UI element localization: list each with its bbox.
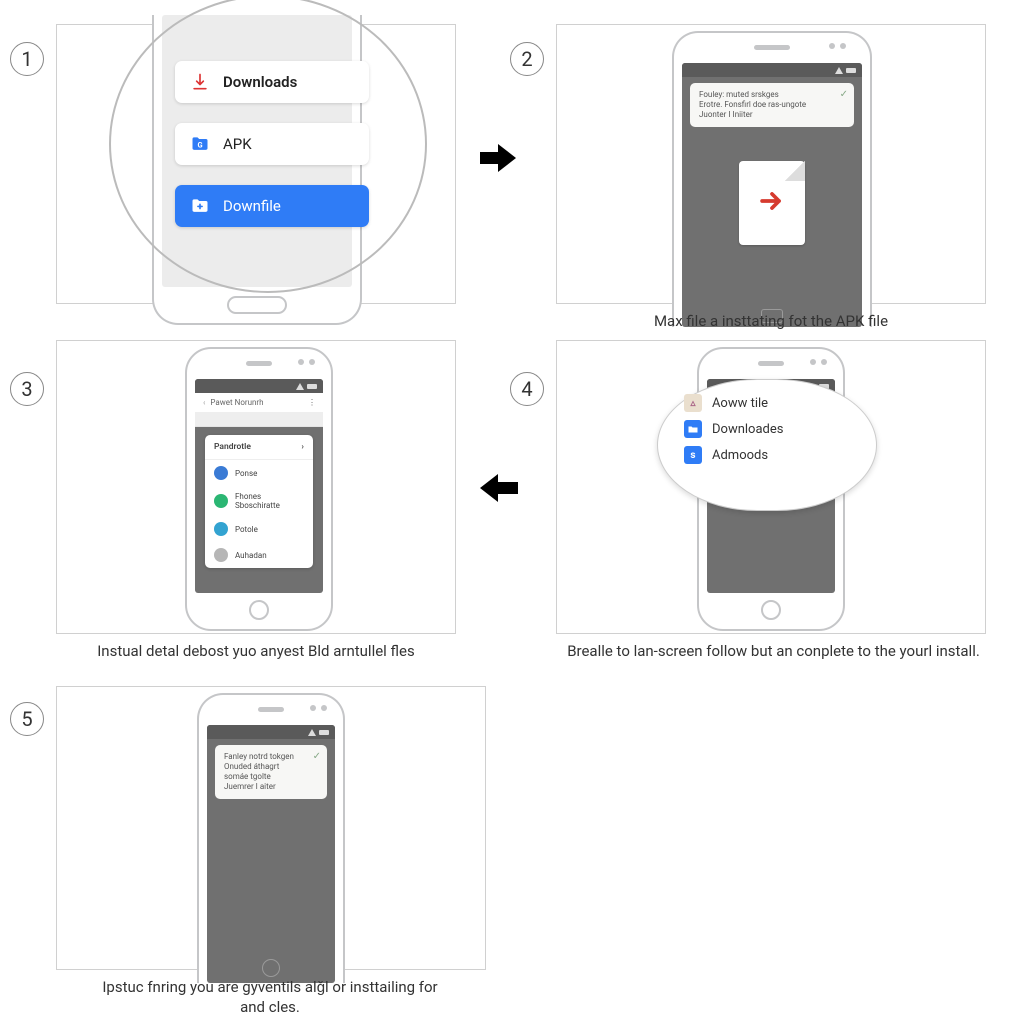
sensor-dots-icon bbox=[810, 359, 827, 365]
download-arrow-icon bbox=[189, 71, 211, 93]
list-item-label: Auhadan bbox=[235, 551, 267, 560]
folder-plus-icon bbox=[189, 195, 211, 217]
phone-mock-3: ‹ Pawet Norunrh ⋮ Pandrotle › Ponse Fhone… bbox=[185, 347, 333, 631]
list-item-label: Ponse bbox=[235, 469, 257, 478]
list-item[interactable]: Ponse bbox=[205, 460, 313, 486]
notification-card[interactable]: ✓ Fouley: muted srskges Erotre. Fonsfirl… bbox=[690, 83, 854, 127]
check-icon: ✓ bbox=[313, 751, 321, 764]
list-item-label: Admoods bbox=[712, 448, 768, 463]
header-title: Pawet Norunrh bbox=[210, 398, 263, 407]
caption-step-2: Max file a insttating fot the APK file bbox=[556, 312, 986, 332]
file-list-1: Downloads G APK Downfile bbox=[175, 61, 369, 227]
step-4-num-text: 4 bbox=[521, 377, 532, 401]
caption-step-4: Brealle to lan-screen follow but an conp… bbox=[546, 642, 1001, 662]
list-item-apk[interactable]: G APK bbox=[175, 123, 369, 165]
category-icon bbox=[214, 522, 228, 536]
step-3-num-text: 3 bbox=[21, 377, 32, 401]
magnifier-lens-4: ▵ Aoww tile Downloades s Admoods bbox=[657, 379, 877, 511]
step-1-number: 1 bbox=[10, 42, 44, 76]
phone-screen-3: ‹ Pawet Norunrh ⋮ Pandrotle › Ponse Fhone… bbox=[195, 379, 323, 593]
list-item[interactable]: ▵ Aoww tile bbox=[684, 394, 850, 412]
list-item[interactable]: Auhadan bbox=[205, 542, 313, 568]
panel-step-5: ✓ Fanley notrd tokgen Onuded áthagrt som… bbox=[56, 686, 486, 970]
step-2-num-text: 2 bbox=[521, 47, 532, 71]
list-item-label: Aoww tile bbox=[712, 396, 768, 411]
apk-file-icon[interactable] bbox=[739, 161, 805, 245]
sensor-dots-icon bbox=[829, 43, 846, 49]
caption-step-5: Ipstuc fnring you are gyventils alǧl or … bbox=[90, 978, 450, 1017]
notif-line: Fanley notrd tokgen bbox=[224, 752, 303, 762]
category-icon bbox=[214, 548, 228, 562]
phone-screen-2: ✓ Fouley: muted srskges Erotre. Fonsfirl… bbox=[682, 63, 862, 327]
list-item-downfile-selected[interactable]: Downfile bbox=[175, 185, 369, 227]
back-icon[interactable]: ‹ bbox=[203, 398, 205, 407]
home-button-3[interactable] bbox=[249, 600, 269, 620]
list-item-label: Potole bbox=[235, 525, 258, 534]
notif-line: Juonter I Iniiter bbox=[699, 110, 830, 120]
sensor-dots-icon bbox=[310, 705, 327, 711]
status-bar bbox=[207, 725, 335, 739]
notification-card[interactable]: ✓ Fanley notrd tokgen Onuded áthagrt som… bbox=[215, 745, 327, 799]
list-item-label: Downfile bbox=[223, 197, 281, 215]
step-3-number: 3 bbox=[10, 372, 44, 406]
list-item[interactable]: Downloades bbox=[684, 420, 850, 438]
home-indicator-icon bbox=[262, 959, 280, 977]
list-item[interactable]: s Admoods bbox=[684, 446, 850, 464]
list-item-label: Fhones Sboschiratte bbox=[235, 492, 304, 510]
phone-mock-5: ✓ Fanley notrd tokgen Onuded áthagrt som… bbox=[197, 693, 345, 983]
svg-text:G: G bbox=[197, 140, 202, 149]
earpiece-icon bbox=[258, 707, 284, 712]
phone-screen-5: ✓ Fanley notrd tokgen Onuded áthagrt som… bbox=[207, 725, 335, 983]
status-bar bbox=[682, 63, 862, 77]
step-4-number: 4 bbox=[510, 372, 544, 406]
status-bar bbox=[195, 379, 323, 393]
list-item-downloads[interactable]: Downloads bbox=[175, 61, 369, 103]
file-icon: ▵ bbox=[684, 394, 702, 412]
earpiece-icon bbox=[758, 361, 784, 366]
earpiece-icon bbox=[246, 361, 272, 366]
step-5-number: 5 bbox=[10, 702, 44, 736]
step-1-num-text: 1 bbox=[21, 47, 32, 71]
notif-line: Juemrer I aiter bbox=[224, 782, 303, 792]
check-icon: ✓ bbox=[840, 89, 848, 102]
app-header: ‹ Pawet Norunrh ⋮ bbox=[195, 393, 323, 413]
sensor-dots-icon bbox=[298, 359, 315, 365]
folder-icon bbox=[684, 420, 702, 438]
phone-mock-2: ✓ Fouley: muted srskges Erotre. Fonsfirl… bbox=[672, 31, 872, 327]
list-item[interactable]: Potole bbox=[205, 516, 313, 542]
search-bar-placeholder[interactable] bbox=[195, 413, 323, 427]
folder-icon: s bbox=[684, 446, 702, 464]
panel-step-1: Downloads G APK Downfile bbox=[56, 24, 456, 304]
step-2-number: 2 bbox=[510, 42, 544, 76]
chevron-right-icon[interactable]: › bbox=[301, 442, 304, 452]
file-preview-area bbox=[682, 133, 862, 273]
list-item-label: Downloades bbox=[712, 422, 783, 437]
categories-list: Pandrotle › Ponse Fhones Sboschiratte Po… bbox=[205, 435, 313, 568]
notif-line: Onuded áthagrt somáe tgolte bbox=[224, 762, 303, 782]
caption-step-3: Instual detal debost yuo anyest Bld arnt… bbox=[56, 642, 456, 662]
earpiece-icon bbox=[754, 45, 790, 50]
notif-line: Fouley: muted srskges bbox=[699, 90, 830, 100]
list-item-label: APK bbox=[223, 135, 252, 153]
category-icon bbox=[214, 466, 228, 480]
list-item-label: Downloads bbox=[223, 73, 297, 91]
panel-step-3: ‹ Pawet Norunrh ⋮ Pandrotle › Ponse Fhone… bbox=[56, 340, 456, 634]
folder-icon: G bbox=[189, 133, 211, 155]
list-item[interactable]: Fhones Sboschiratte bbox=[205, 486, 313, 516]
menu-icon[interactable]: ⋮ bbox=[308, 398, 315, 407]
panel-step-4: ⋮ ▵ Aoww tile Downloades s Admoods bbox=[556, 340, 986, 634]
install-arrow-icon bbox=[755, 184, 789, 222]
home-button-4[interactable] bbox=[761, 600, 781, 620]
arrow-left-icon bbox=[480, 476, 518, 500]
panel-step-2: ✓ Fouley: muted srskges Erotre. Fonsfirl… bbox=[556, 24, 986, 304]
notif-line: Erotre. Fonsfirl doe ras-ungote bbox=[699, 100, 830, 110]
list-section-title: Pandrotle bbox=[214, 442, 251, 452]
list-section-header: Pandrotle › bbox=[205, 435, 313, 460]
category-icon bbox=[214, 494, 228, 508]
arrow-right-icon bbox=[480, 146, 518, 170]
step-5-num-text: 5 bbox=[21, 707, 32, 731]
home-button-1[interactable] bbox=[227, 296, 287, 314]
